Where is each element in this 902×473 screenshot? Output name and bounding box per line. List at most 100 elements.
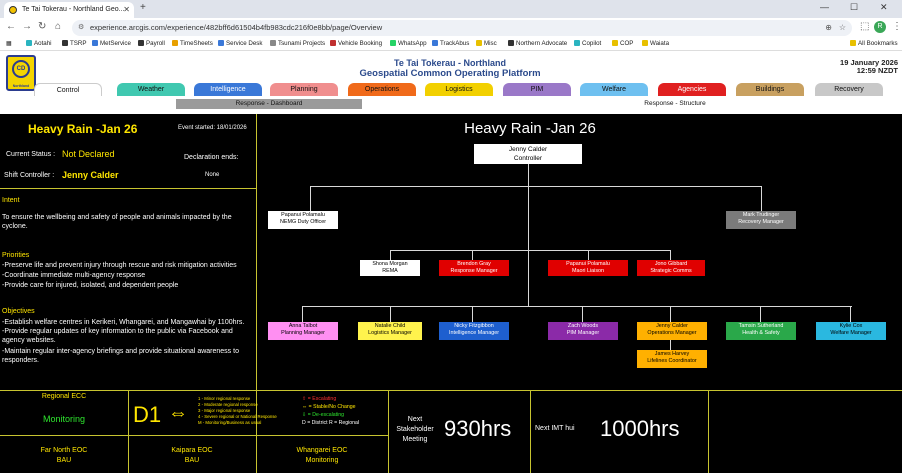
divider (708, 390, 709, 473)
org-role: Planning Manager (281, 329, 325, 336)
bookmarks-bar: ▦ Aotahi TSRP MetService Payroll TimeShe… (0, 38, 902, 51)
tab-intelligence[interactable]: Intelligence (194, 83, 262, 96)
home-icon[interactable]: ⌂ (55, 21, 61, 32)
new-tab-icon[interactable]: + (140, 2, 146, 13)
org-name: Brendon Gray (457, 261, 491, 267)
connector (670, 306, 671, 322)
event-started: Event started: 18/01/2026 (178, 125, 247, 131)
legend-item: = De-escalating (307, 412, 344, 418)
org-role: Recovery Manager (738, 218, 784, 225)
site-info-icon[interactable]: ⚙ (78, 20, 84, 36)
bookmark-item[interactable]: Aotahi (26, 38, 52, 50)
bookmark-item[interactable]: Payroll (138, 38, 165, 50)
tab-close-icon[interactable]: ✕ (123, 2, 130, 18)
menu-icon[interactable]: ⋮ (892, 21, 902, 32)
logo-mark: CD (12, 60, 30, 78)
address-bar[interactable]: ⚙ experience.arcgis.com/experience/482bf… (72, 20, 852, 36)
bookmark-item[interactable]: Northern Advocate (508, 38, 567, 50)
org-box-pim[interactable]: Zach Woods PIM Manager (548, 322, 618, 340)
tab-operations[interactable]: Operations (348, 83, 416, 96)
bookmark-item[interactable]: TimeSheets (172, 38, 213, 50)
org-box-controller[interactable]: Jenny Calder Controller (474, 144, 582, 164)
subnav-dashboard[interactable]: Response - Dashboard (176, 99, 362, 109)
bookmark-item[interactable]: Vehicle Booking (330, 38, 382, 50)
tab-welfare[interactable]: Welfare (580, 83, 648, 96)
next-meeting-time: 930hrs (444, 416, 512, 441)
divider (256, 114, 257, 390)
legend-stable: ⇔ = Stable/No Change (302, 403, 359, 411)
bookmark-item[interactable]: Misc (476, 38, 497, 50)
org-box-maori-liaison[interactable]: Papanui Polamalu Maori Liaison (548, 260, 628, 276)
legend-item: D = District R = Regional (302, 420, 360, 426)
divider (0, 435, 388, 436)
subnav-structure[interactable]: Response - Structure (600, 99, 750, 109)
objective-item: -Provide regular updates of key informat… (2, 328, 233, 344)
app-subtitle: Geospatial Common Operating Platform (359, 68, 541, 79)
org-name: Jenny Calder (508, 146, 548, 153)
close-window-icon[interactable]: ✕ (880, 2, 888, 13)
org-box-operations[interactable]: Jenny Calder Operations Manager (637, 322, 707, 340)
current-time: 12:59 NZDT (856, 66, 898, 75)
bookmark-item[interactable]: TSRP (62, 38, 87, 50)
org-box-welfare[interactable]: Kylie Cox Welfare Manager (816, 322, 886, 340)
connector (472, 306, 473, 322)
all-bookmarks-label: All Bookmarks (858, 40, 898, 47)
connector (310, 186, 762, 187)
profile-avatar[interactable]: R (874, 21, 886, 33)
org-box-planning[interactable]: Anna Talbot Planning Manager (268, 322, 338, 340)
objective-item: -Maintain regular inter-agency briefings… (2, 348, 239, 364)
maximize-icon[interactable]: ☐ (850, 2, 858, 13)
org-name: Tamsin Sutherland (738, 323, 784, 329)
all-bookmarks[interactable]: All Bookmarks (850, 38, 898, 50)
priority-item: -Coordinate immediate multi-agency respo… (2, 272, 146, 279)
org-role: Intelligence Manager (448, 329, 500, 336)
divider (530, 390, 531, 473)
org-name: Natalie Child (374, 323, 406, 329)
connector (390, 250, 670, 251)
bookmark-item[interactable]: Waiata (642, 38, 669, 50)
bookmark-item[interactable]: WhatsApp (390, 38, 427, 50)
extensions-icon[interactable]: ⬚ (860, 21, 869, 32)
bookmark-item[interactable]: Tsunami Projects (270, 38, 325, 50)
org-box-response-manager[interactable]: Brendon Gray Response Manager (439, 260, 509, 276)
bookmark-item[interactable]: TrackAbus (432, 38, 469, 50)
bookmark-item[interactable]: COP (612, 38, 633, 50)
tab-agencies[interactable]: Agencies (658, 83, 726, 96)
apps-icon[interactable]: ▦ (6, 38, 12, 50)
tab-buildings[interactable]: Buildings (736, 83, 804, 96)
bookmark-item[interactable]: MetService (92, 38, 131, 50)
org-box-rema[interactable]: Shona Morgan REMA (360, 260, 420, 276)
tab-pim[interactable]: PIM (503, 83, 571, 96)
browser-tab[interactable]: Te Tai Tokerau - Northland Geo... ✕ (4, 2, 134, 18)
star-icon[interactable]: ☆ (839, 20, 846, 36)
tab-recovery[interactable]: Recovery (815, 83, 883, 96)
zoom-icon[interactable]: ⊕ (825, 20, 832, 36)
org-box-intelligence[interactable]: Nicky Fitzgibbon Intelligence Manager (439, 322, 509, 340)
connector (302, 306, 852, 307)
browser-tab-bar: Te Tai Tokerau - Northland Geo... ✕ + — … (0, 0, 902, 18)
legend-escalating: ⇧ = Escalating (302, 395, 359, 403)
bookmark-item[interactable]: Service Desk (218, 38, 262, 50)
bookmark-item[interactable]: Copilot (574, 38, 601, 50)
org-box-nemg[interactable]: Papanui Polamalu NEMG Duty Officer (268, 211, 338, 229)
reload-icon[interactable]: ↻ (38, 21, 46, 32)
org-box-logistics[interactable]: Natalie Child Logistics Manager (358, 322, 422, 340)
shift-controller-label: Shift Controller : (4, 172, 55, 179)
back-icon[interactable]: ← (6, 21, 16, 32)
tab-logistics[interactable]: Logistics (425, 83, 493, 96)
minimize-icon[interactable]: — (820, 2, 829, 12)
bookmark-label: Waiata (650, 40, 670, 47)
org-box-strategic-comms[interactable]: Jono Gibbard Strategic Comms (637, 260, 705, 276)
org-box-lifelines[interactable]: James Harvey Lifelines Coordinator (637, 350, 707, 368)
forward-icon[interactable]: → (22, 21, 32, 32)
connector (760, 306, 761, 322)
org-box-health-safety[interactable]: Tamsin Sutherland Health & Safety (726, 322, 796, 340)
divider (0, 188, 256, 189)
tab-control[interactable]: Control (34, 83, 102, 96)
current-status-label: Current Status : (6, 151, 56, 158)
tab-weather[interactable]: Weather (117, 83, 185, 96)
level-legend: 1 - Minor regional response 2 - Moderate… (198, 396, 277, 426)
tab-planning[interactable]: Planning (270, 83, 338, 96)
connector (582, 306, 583, 322)
org-box-recovery[interactable]: Mark Trudinger Recovery Manager (726, 211, 796, 229)
